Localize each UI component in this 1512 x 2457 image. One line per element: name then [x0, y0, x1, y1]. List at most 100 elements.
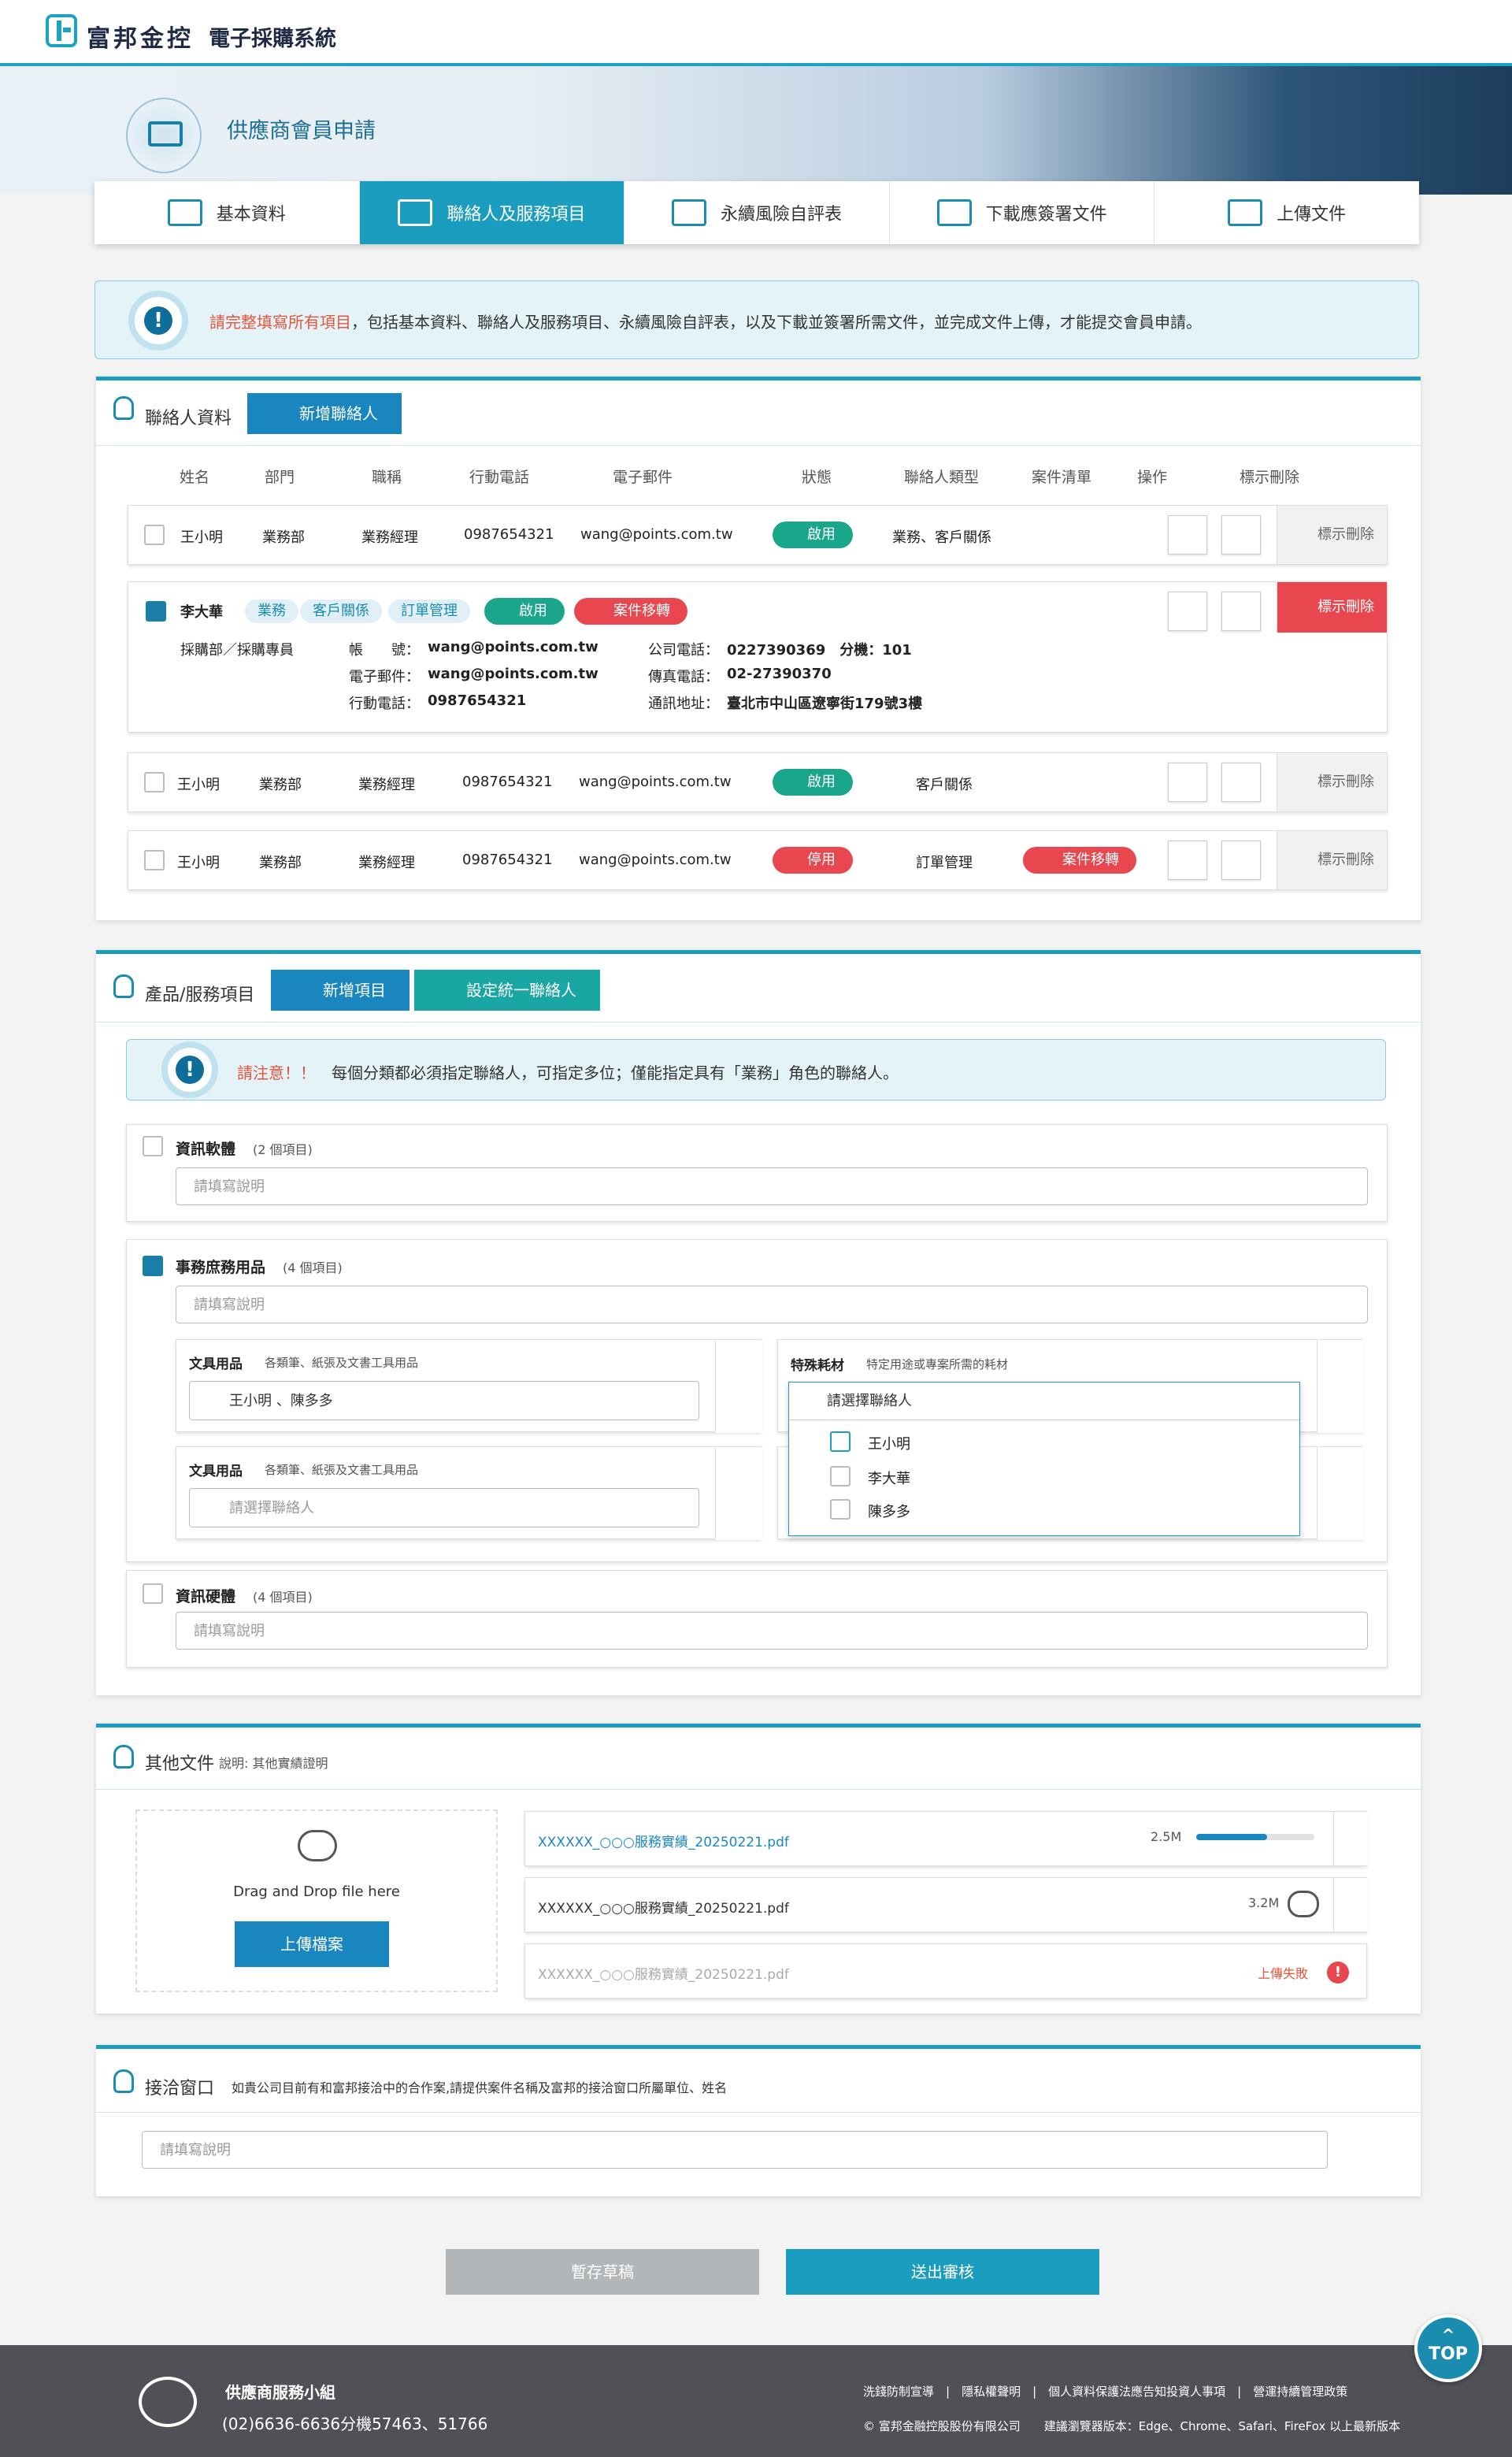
tab-upload-docs[interactable]: 上傳文件: [1154, 181, 1419, 244]
tab-sustainability[interactable]: 永續風險自評表: [624, 181, 890, 244]
status-badge: 啟用: [773, 769, 853, 796]
expand-checkbox[interactable]: [143, 1136, 163, 1156]
files-title: 其他文件: [145, 1754, 215, 1774]
description-input[interactable]: 請填寫說明: [176, 1167, 1368, 1205]
edit-icon[interactable]: [1168, 592, 1207, 631]
contact-window-panel: 接洽窗口 如貴公司目前有和富邦接洽中的合作案,請提供案件名稱及富邦的接洽窗口所屬…: [96, 2045, 1421, 2196]
trash-icon[interactable]: [715, 1447, 762, 1540]
product-item: 文具用品 各類筆、紙張及文書工具用品 王小明 、陳多多: [176, 1339, 762, 1433]
trash-icon[interactable]: [1333, 1812, 1368, 1865]
tab-download-docs[interactable]: 下載應簽署文件: [890, 181, 1155, 244]
mark-delete-button[interactable]: 標示刪除: [1277, 582, 1387, 633]
info-icon: !: [168, 1048, 212, 1092]
collapse-checkbox[interactable]: [146, 601, 166, 622]
status-badge: 啟用: [773, 521, 853, 548]
check-icon[interactable]: [830, 1431, 850, 1452]
contact-select[interactable]: 王小明 、陳多多: [189, 1381, 699, 1420]
link-bcm[interactable]: 營運持續管理政策: [1253, 2385, 1347, 2399]
link-aml[interactable]: 洗錢防制宣導: [863, 2385, 934, 2399]
role-tag: 訂單管理: [388, 599, 470, 623]
file-item: XXXXXX_○○○服務實績_20250221.pdf 3.2M: [524, 1877, 1368, 1932]
people-icon: [398, 199, 433, 226]
back-to-top-button[interactable]: ^ TOP: [1414, 2314, 1482, 2382]
sign-document-icon: [936, 199, 972, 226]
contact-select[interactable]: 請選擇聯絡人: [189, 1488, 699, 1527]
description-input[interactable]: 請填寫說明: [176, 1612, 1368, 1650]
trash-icon[interactable]: [715, 1340, 762, 1433]
description-input[interactable]: 請填寫說明: [176, 1286, 1368, 1323]
footer: 供應商服務小組 (02)6636-6636分機57463、51766 洗錢防制宣…: [0, 2345, 1512, 2457]
trash-icon[interactable]: [1221, 841, 1261, 880]
info-icon: !: [135, 297, 182, 344]
contact-select[interactable]: 請選擇聯絡人: [789, 1383, 1299, 1420]
products-panel: 產品/服務項目 新增項目 設定統一聯絡人 ! 請注意！！ 每個分類都必須指定聯絡…: [96, 950, 1421, 1695]
add-item-button[interactable]: 新增項目: [271, 970, 410, 1011]
mark-delete-button[interactable]: 標示刪除: [1277, 753, 1387, 811]
lock-icon: [113, 1745, 134, 1769]
link-personal-data[interactable]: 個人資料保護法應告知投資人事項: [1048, 2385, 1225, 2399]
save-draft-button[interactable]: 暫存草稿: [446, 2249, 759, 2295]
submit-button[interactable]: 送出審核: [786, 2249, 1099, 2295]
notice-alert: ! 請注意！！ 每個分類都必須指定聯絡人，可指定多位；僅能指定具有「業務」角色的…: [126, 1039, 1386, 1100]
collapse-checkbox[interactable]: [143, 1256, 163, 1276]
tab-contacts-services[interactable]: 聯絡人及服務項目: [359, 181, 625, 244]
error-icon: !: [1327, 1962, 1349, 1984]
product-item: 文具用品 各類筆、紙張及文書工具用品 請選擇聯絡人: [176, 1446, 762, 1540]
divider: [96, 1022, 1421, 1023]
edit-icon[interactable]: [1168, 841, 1207, 880]
product-group: 資訊硬體 (4 個項目) 請填寫說明: [126, 1570, 1388, 1668]
product-group: 事務庶務用品 (4 個項目) 請填寫說明 文具用品 各類筆、紙張及文書工具用品 …: [126, 1239, 1388, 1562]
option-checkbox[interactable]: [830, 1466, 850, 1486]
trash-icon[interactable]: [1221, 515, 1261, 555]
cloud-download-icon[interactable]: [1288, 1891, 1319, 1917]
divider: [96, 1789, 1421, 1790]
upload-button[interactable]: 上傳檔案: [235, 1921, 389, 1967]
window-title: 接洽窗口: [145, 2079, 215, 2099]
case-transfer-button[interactable]: 案件移轉: [574, 598, 687, 625]
status-badge: 停用: [773, 847, 853, 874]
chevron-up-icon: ^: [1441, 2325, 1455, 2344]
tab-basic-info[interactable]: 基本資料: [94, 181, 360, 244]
cloud-upload-icon: [298, 1830, 337, 1861]
trash-icon[interactable]: [1333, 1878, 1368, 1932]
expand-checkbox[interactable]: [144, 525, 165, 545]
option-checkbox[interactable]: [830, 1499, 850, 1520]
id-card-icon: [167, 199, 202, 226]
mark-delete-button[interactable]: 標示刪除: [1277, 506, 1387, 564]
expand-checkbox[interactable]: [144, 850, 165, 870]
contacts-header: 姓名 部門 職稱 行動電話 電子郵件 狀態 聯絡人類型 案件清單 操作 標示刪除: [180, 469, 1300, 486]
page-title: 供應商會員申請: [227, 119, 376, 143]
edit-icon[interactable]: [1168, 515, 1207, 555]
top-bar: 富邦金控 電子採購系統: [0, 0, 1512, 63]
file-item: XXXXXX_○○○服務實績_20250221.pdf 上傳失敗 !: [524, 1943, 1367, 1999]
status-badge: 啟用: [484, 598, 565, 625]
alert-text: ，包括基本資料、聯絡人及服務項目、永續風險自評表，以及下載並簽署所需文件，並完成…: [351, 313, 1202, 332]
lock-icon: [113, 396, 134, 420]
link-privacy[interactable]: 隱私權聲明: [962, 2385, 1021, 2399]
mark-delete-button[interactable]: 標示刪除: [1277, 831, 1387, 889]
divider: [96, 445, 1421, 446]
service-phone-icon: [139, 2377, 197, 2427]
contact-row: 王小明 業務部 業務經理 0987654321 wang@points.com.…: [128, 830, 1388, 890]
trash-icon[interactable]: [1221, 763, 1261, 802]
fubon-logo-icon[interactable]: [46, 14, 77, 47]
files-panel: 其他文件 說明: 其他實績證明 Drag and Drop file here …: [96, 1724, 1421, 2013]
system-name: 電子採購系統: [209, 27, 336, 51]
trash-icon[interactable]: [1317, 1340, 1364, 1433]
trash-icon[interactable]: [1317, 1447, 1364, 1540]
role-tag: 客戶關係: [300, 599, 382, 623]
case-transfer-button[interactable]: 案件移轉: [1023, 847, 1136, 874]
window-input[interactable]: 請填寫說明: [142, 2131, 1328, 2169]
footer-links: 洗錢防制宣導 | 隱私權聲明 | 個人資料保護法應告知投資人事項 | 營運持續管…: [863, 2385, 1348, 2399]
drop-zone[interactable]: Drag and Drop file here 上傳檔案: [135, 1809, 498, 1992]
lock-icon: [113, 974, 134, 998]
add-contact-button[interactable]: 新增聯絡人: [247, 393, 402, 434]
trash-icon[interactable]: [1221, 592, 1261, 631]
expand-checkbox[interactable]: [144, 772, 165, 792]
edit-icon[interactable]: [1168, 763, 1207, 802]
contact-dropdown[interactable]: 請選擇聯絡人 王小明 李大華 陳多多: [788, 1382, 1300, 1536]
alert-highlight: 請完整填寫所有項目: [209, 313, 351, 332]
role-tag: 業務: [245, 599, 298, 623]
set-contact-button[interactable]: 設定統一聯絡人: [414, 970, 600, 1011]
expand-checkbox[interactable]: [143, 1583, 163, 1604]
